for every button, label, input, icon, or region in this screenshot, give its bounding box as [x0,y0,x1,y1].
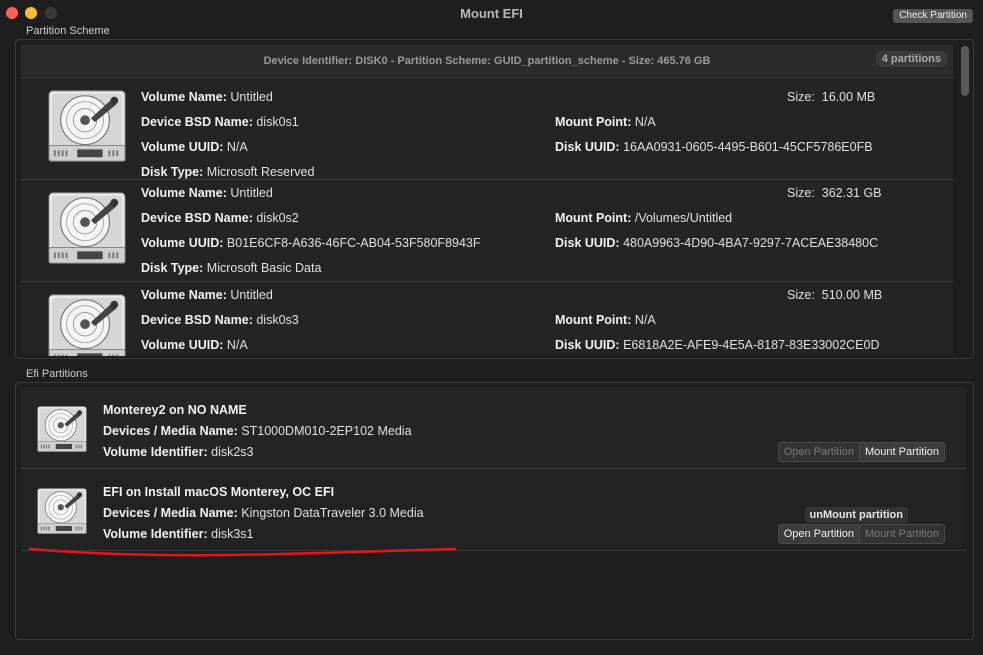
bsd-name-field: Device BSD Name: disk0s1 [141,115,299,129]
partition-list[interactable]: Device Identifier: DISK0 - Partition Sch… [21,45,953,356]
unmount-partition-button[interactable]: unMount partition [804,507,908,523]
partition-row[interactable]: Volume Name: Untitled Device BSD Name: d… [21,281,953,356]
hard-disk-icon [48,190,126,266]
mount-point-field: Mount Point: /Volumes/Untitled [555,211,733,225]
efi-row[interactable]: Monterey2 on NO NAME Devices / Media Nam… [21,387,966,469]
hard-disk-icon [48,88,126,164]
volume-name-field: Volume Name: Untitled [141,90,273,104]
volume-uuid-field: Volume UUID: B01E6CF8-A636-46FC-AB04-53F… [141,236,481,250]
efi-partitions-label: Efi Partitions [26,368,88,380]
volume-uuid-field: Volume UUID: N/A [141,338,248,352]
disk-type-field: Disk Type: Microsoft Basic Data [141,261,322,275]
open-partition-button[interactable]: Open Partition [778,525,860,543]
partition-scheme-panel: Device Identifier: DISK0 - Partition Sch… [15,39,974,359]
check-partition-button[interactable]: Check Partition [893,9,973,23]
volume-identifier-field: Volume Identifier: disk3s1 [103,527,254,541]
disk-uuid-field: Disk UUID: 16AA0931-0605-4495-B601-45CF5… [555,140,873,154]
window-title: Mount EFI [460,6,523,21]
size-field: Size: 362.31 GB [787,186,882,200]
open-partition-button[interactable]: Open Partition [778,443,860,461]
bsd-name-field: Device BSD Name: disk0s2 [141,211,299,225]
mount-point-field: Mount Point: N/A [555,115,656,129]
media-name-field: Devices / Media Name: Kingston DataTrave… [103,506,424,520]
partition-row[interactable]: Volume Name: Untitled Device BSD Name: d… [21,77,953,179]
size-field: Size: 510.00 MB [787,288,883,302]
media-name-field: Devices / Media Name: ST1000DM010-2EP102… [103,424,412,438]
volume-name-field: Volume Name: Untitled [141,186,273,200]
disk-type-field: Disk Type: Microsoft Reserved [141,165,315,179]
partition-row[interactable]: Volume Name: Untitled Device BSD Name: d… [21,179,953,281]
efi-action-buttons: Open Partition Mount Partition [777,524,945,544]
device-header-text: Device Identifier: DISK0 - Partition Sch… [263,55,711,67]
volume-uuid-field: Volume UUID: N/A [141,140,248,154]
disk-uuid-field: Disk UUID: 480A9963-4D90-4BA7-9297-7ACEA… [555,236,879,250]
mount-point-field: Mount Point: N/A [555,313,656,327]
hard-disk-icon [37,405,87,453]
efi-action-buttons: Open Partition Mount Partition [777,442,945,462]
efi-list[interactable]: Monterey2 on NO NAME Devices / Media Nam… [21,387,966,632]
efi-row[interactable]: EFI on Install macOS Monterey, OC EFI De… [21,469,966,551]
partition-count-badge: 4 partitions [875,51,947,67]
bsd-name-field: Device BSD Name: disk0s3 [141,313,299,327]
mount-partition-button[interactable]: Mount Partition [860,443,944,461]
hard-disk-icon [48,292,126,356]
partition-list-scrollbar[interactable] [961,46,969,96]
size-field: Size: 16.00 MB [787,90,876,104]
efi-title: EFI on Install macOS Monterey, OC EFI [103,485,335,499]
volume-identifier-field: Volume Identifier: disk2s3 [103,445,254,459]
disk-uuid-field: Disk UUID: E6818A2E-AFE9-4E5A-8187-83E33… [555,338,880,352]
mount-partition-button[interactable]: Mount Partition [860,525,944,543]
device-header: Device Identifier: DISK0 - Partition Sch… [21,45,953,75]
volume-name-field: Volume Name: Untitled [141,288,273,302]
efi-title: Monterey2 on NO NAME [103,403,247,417]
hard-disk-icon [37,487,87,535]
partition-scheme-label: Partition Scheme [26,25,110,37]
title-bar: Mount EFI Check Partition [0,0,983,26]
efi-partitions-panel: Monterey2 on NO NAME Devices / Media Nam… [15,382,974,640]
